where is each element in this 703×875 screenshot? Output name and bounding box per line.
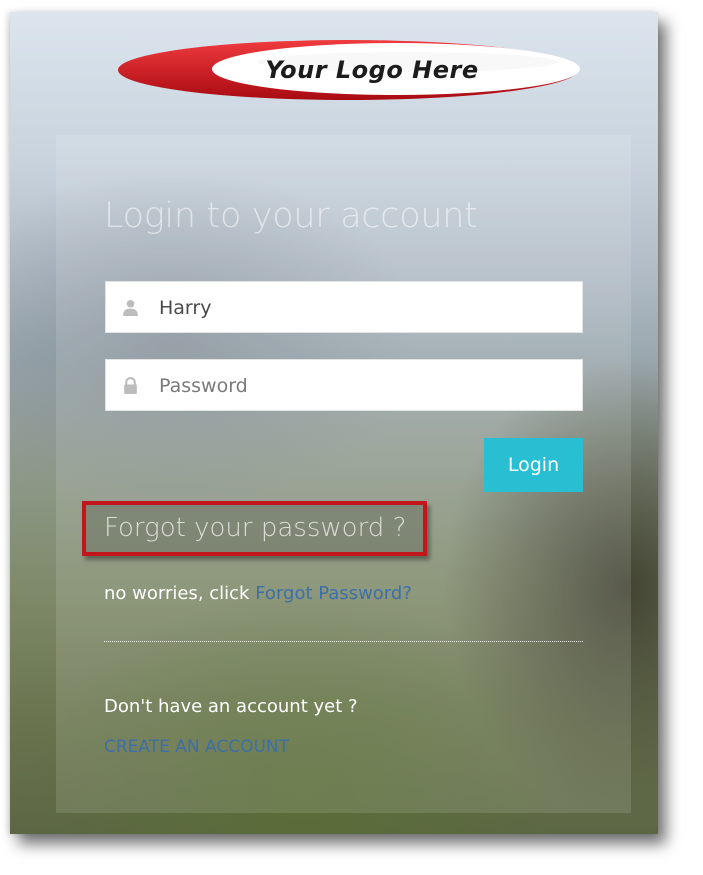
create-account-link[interactable]: CREATE AN ACCOUNT [104, 737, 289, 757]
forgot-password-line: no worries, click Forgot Password? [104, 583, 412, 604]
user-icon [123, 299, 138, 316]
forgot-password-prompt: no worries, click [104, 583, 250, 604]
password-placeholder: Password [159, 375, 248, 397]
lock-icon [124, 377, 137, 394]
login-button[interactable]: Login [484, 438, 583, 492]
forgot-password-link[interactable]: Forgot Password? [255, 583, 412, 604]
username-field[interactable]: Harry [105, 281, 583, 333]
logo-text: Your Logo Here [265, 56, 479, 84]
password-field[interactable]: Password [105, 359, 583, 411]
signup-prompt: Don't have an account yet ? [104, 696, 358, 717]
logo: Your Logo Here [116, 38, 580, 102]
forgot-password-heading: Forgot your password ? [104, 513, 407, 543]
username-value: Harry [159, 297, 212, 319]
divider [104, 641, 583, 642]
login-title: Login to your account [104, 196, 478, 236]
